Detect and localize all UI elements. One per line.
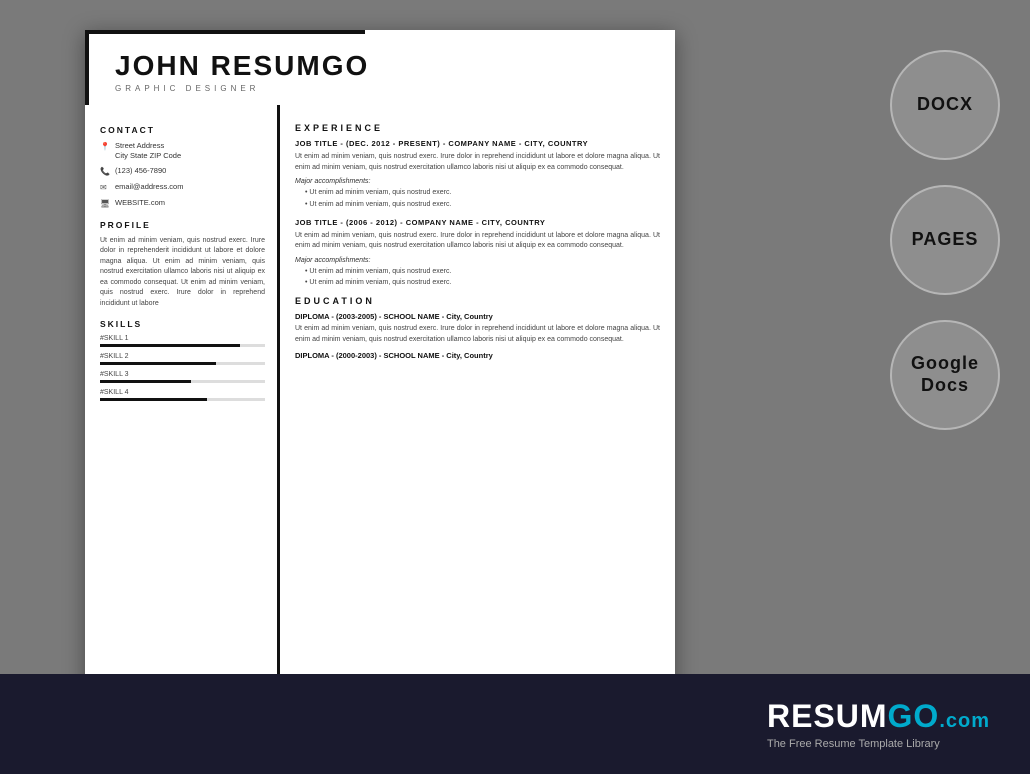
resumgo-tagline: The Free Resume Template Library (767, 738, 940, 750)
skill-bar-fill (100, 380, 191, 383)
skills-section-title: SKILLS (100, 319, 265, 329)
skill-bar-fill (100, 398, 207, 401)
job-2-desc: Ut enim ad minim veniam, quis nostrud ex… (295, 231, 660, 252)
job-1-title: JOB TITLE - (DEC. 2012 - PRESENT) - COMP… (295, 139, 660, 148)
skill-item: #SKILL 4 (100, 389, 265, 401)
skill-name: #SKILL 3 (100, 371, 265, 378)
docx-button[interactable]: DOCX (890, 50, 1000, 160)
skill-item: #SKILL 3 (100, 371, 265, 383)
skill-item: #SKILL 2 (100, 353, 265, 365)
resumgo-logo: RESUMGO.com (767, 698, 990, 735)
email-icon: ✉ (100, 183, 110, 193)
education-section-title: EDUCATION (295, 296, 660, 306)
resum-text: RESUM (767, 698, 888, 734)
skill-bar-fill (100, 362, 216, 365)
job-1-desc: Ut enim ad minim veniam, quis nostrud ex… (295, 152, 660, 173)
header-border-vertical (85, 30, 89, 105)
skill-name: #SKILL 4 (100, 389, 265, 396)
google-docs-label: GoogleDocs (911, 353, 979, 396)
format-buttons-container: DOCX PAGES GoogleDocs (890, 50, 1000, 430)
skill-name: #SKILL 1 (100, 335, 265, 342)
skill-item: #SKILL 1 (100, 335, 265, 347)
edu-1-desc: Ut enim ad minim veniam, quis nostrud ex… (295, 324, 660, 345)
skill-name: #SKILL 2 (100, 353, 265, 360)
resume-name: JOHN RESUMGO (115, 50, 655, 82)
google-docs-button[interactable]: GoogleDocs (890, 320, 1000, 430)
profile-section-title: PROFILE (100, 220, 265, 230)
pages-label: PAGES (912, 229, 979, 251)
header-border-horizontal (85, 30, 365, 34)
bottom-bar: RESUMGO.com The Free Resume Template Lib… (0, 674, 1030, 774)
profile-text: Ut enim ad minim veniam, quis nostrud ex… (100, 236, 265, 310)
edu-1-title: DIPLOMA - (2003-2005) - SCHOOL NAME - Ci… (295, 312, 660, 321)
skill-bar-bg (100, 398, 265, 401)
contact-section-title: CONTACT (100, 125, 265, 135)
resumgo-brand: RESUMGO.com The Free Resume Template Lib… (767, 698, 990, 750)
skill-bar-fill (100, 344, 240, 347)
resume-title: GRAPHIC DESIGNER (115, 84, 655, 93)
job-1-bullet-1: Ut enim ad minim veniam, quis nostrud ex… (305, 188, 660, 198)
job-1-bullet-2: Ut enim ad minim veniam, quis nostrud ex… (305, 200, 660, 210)
resume-main: EXPERIENCE JOB TITLE - (DEC. 2012 - PRES… (280, 105, 675, 730)
edu-2-title: DIPLOMA - (2000-2003) - SCHOOL NAME - Ci… (295, 351, 660, 360)
contact-phone: 📞 (123) 456-7890 (100, 166, 265, 177)
contact-email: ✉ email@address.com (100, 182, 265, 193)
job-2-accomplishments-label: Major accomplishments: (295, 257, 660, 264)
skill-bar-bg (100, 344, 265, 347)
contact-address: 📍 Street Address City State ZIP Code (100, 141, 265, 161)
pages-button[interactable]: PAGES (890, 185, 1000, 295)
resume-sidebar: CONTACT 📍 Street Address City State ZIP … (85, 105, 280, 730)
resume-preview: JOHN RESUMGO GRAPHIC DESIGNER CONTACT 📍 … (85, 30, 675, 730)
skills-list: #SKILL 1 #SKILL 2 #SKILL 3 #SKILL 4 (100, 335, 265, 401)
skill-bar-bg (100, 362, 265, 365)
dot-com-text: .com (939, 710, 990, 732)
experience-section-title: EXPERIENCE (295, 123, 660, 133)
job-1-accomplishments-label: Major accomplishments: (295, 178, 660, 185)
phone-icon: 📞 (100, 167, 110, 177)
job-2-title: JOB TITLE - (2006 - 2012) - COMPANY NAME… (295, 218, 660, 227)
contact-website: 🖥 WEBSITE.com (100, 198, 265, 209)
go-text: GO (888, 698, 940, 734)
skill-bar-bg (100, 380, 265, 383)
location-icon: 📍 (100, 142, 110, 152)
job-2-bullet-1: Ut enim ad minim veniam, quis nostrud ex… (305, 267, 660, 277)
job-2-bullet-2: Ut enim ad minim veniam, quis nostrud ex… (305, 278, 660, 288)
website-icon: 🖥 (100, 199, 110, 209)
docx-label: DOCX (917, 94, 973, 116)
